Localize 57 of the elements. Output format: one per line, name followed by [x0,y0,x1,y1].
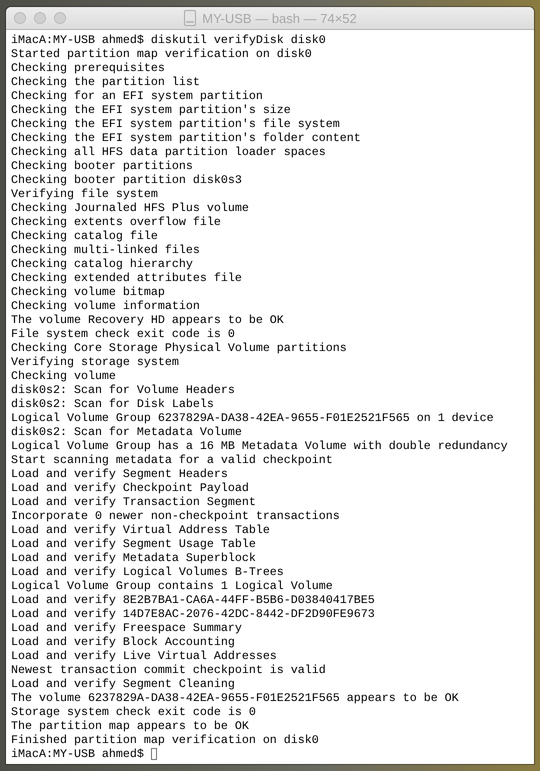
terminal-line: Checking catalog file [11,229,158,243]
terminal-line: Checking the EFI system partition's file system [11,117,340,131]
terminal-line: disk0s2: Scan for Metadata Volume [11,425,242,439]
terminal-line: File system check exit code is 0 [11,327,235,341]
terminal-line: Load and verify 14D7E8AC-2076-42DC-8442-DF2D90FE9673 [11,607,375,621]
terminal-line: Checking the EFI system partition's folder content [11,131,361,145]
minimize-button[interactable] [34,12,46,24]
terminal-line: Checking multi-linked files [11,243,200,257]
terminal-line: Checking the partition list [11,75,200,89]
terminal-line: Logical Volume Group has a 16 MB Metadata Volume with double redundancy [11,439,508,453]
terminal-line: disk0s2: Scan for Volume Headers [11,383,235,397]
terminal-line: Checking catalog hierarchy [11,257,193,271]
terminal-line: The volume 6237829A-DA38-42EA-9655-F01E2521F565 appears to be OK [11,691,459,705]
drive-icon [183,10,198,26]
close-button[interactable] [14,12,26,24]
terminal-line: Load and verify Segment Usage Table [11,537,256,551]
terminal-line: Load and verify Transaction Segment [11,495,256,509]
terminal-line: Load and verify Logical Volumes B-Trees [11,565,284,579]
terminal-line: Checking booter partitions [11,159,193,173]
terminal-prompt: iMacA:MY-USB ahmed$ [11,747,144,761]
terminal-line: Load and verify Virtual Address Table [11,523,270,537]
terminal-line: Start scanning metadata for a valid checkpoint [11,453,333,467]
terminal-line: Checking the EFI system partition's size [11,103,291,117]
terminal-line: The partition map appears to be OK [11,719,249,733]
terminal-line: Load and verify Segment Cleaning [11,677,235,691]
terminal-line: Logical Volume Group 6237829A-DA38-42EA-9655-F01E2521F565 on 1 device [11,411,494,425]
terminal-line: Load and verify 8E2B7BA1-CA6A-44FF-B5B6-D03840417BE5 [11,593,375,607]
terminal-line: Checking booter partition disk0s3 [11,173,242,187]
terminal-line: Checking extents overflow file [11,215,221,229]
terminal-line: Checking prerequisites [11,61,165,75]
terminal-line: Finished partition map verification on disk0 [11,733,319,747]
terminal-line: The volume Recovery HD appears to be OK [11,313,284,327]
terminal-line: Incorporate 0 newer non-checkpoint transactions [11,509,340,523]
terminal-line: Newest transaction commit checkpoint is valid [11,663,326,677]
terminal-line: Checking Journaled HFS Plus volume [11,201,249,215]
terminal-line: Checking extended attributes file [11,271,242,285]
terminal-line: Verifying storage system [11,355,179,369]
terminal-line: Checking all HFS data partition loader spaces [11,145,326,159]
zoom-button[interactable] [54,12,66,24]
terminal-line: Load and verify Block Accounting [11,635,235,649]
terminal-line: Checking volume bitmap [11,285,165,299]
terminal-line: Load and verify Live Virtual Addresses [11,649,277,663]
terminal-line: Checking for an EFI system partition [11,89,263,103]
terminal-line: Load and verify Checkpoint Payload [11,481,249,495]
terminal-line: Checking volume [11,369,116,383]
terminal-line: Load and verify Freespace Summary [11,621,242,635]
terminal-line: Checking Core Storage Physical Volume partitions [11,341,347,355]
terminal-line: Load and verify Metadata Superblock [11,551,256,565]
terminal-line: Logical Volume Group contains 1 Logical Volume [11,579,333,593]
window-title: MY-USB — bash — 74×52 [202,10,357,26]
terminal-line: iMacA:MY-USB ahmed$ diskutil verifyDisk disk0 [11,33,326,47]
terminal-line: disk0s2: Scan for Disk Labels [11,397,214,411]
terminal-line: Storage system check exit code is 0 [11,705,256,719]
terminal-line: Started partition map verification on disk0 [11,47,312,61]
terminal-line: Verifying file system [11,187,158,201]
terminal-line: Load and verify Segment Headers [11,467,228,481]
terminal-line: Checking volume information [11,299,200,313]
